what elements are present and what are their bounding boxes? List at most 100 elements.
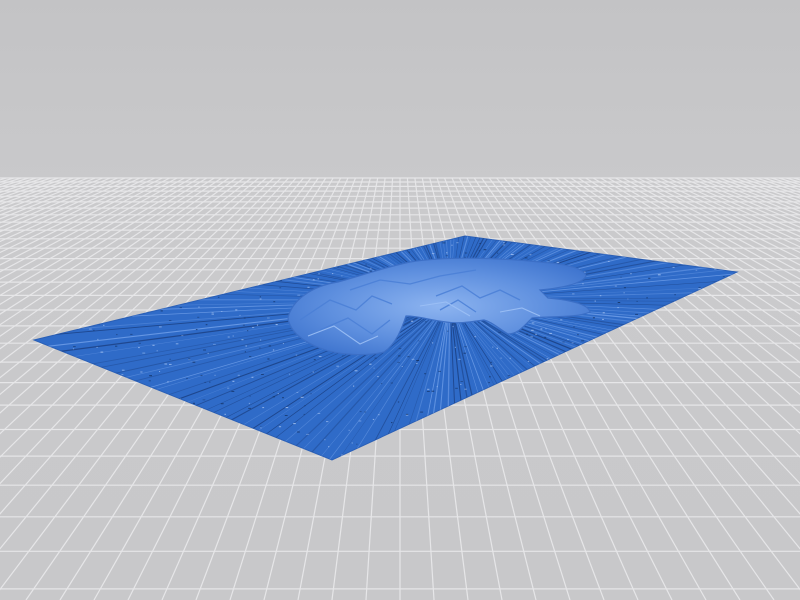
speckle-dot [460,383,462,385]
speckle-dot [540,328,543,330]
speckle-dot [273,301,276,303]
speckle-dot [237,374,240,376]
speckle-dot [231,391,235,392]
speckle-dot [509,357,511,359]
speckle-dot [159,371,161,372]
speckle-dot [573,326,575,328]
speckle-dot [169,363,172,365]
speckle-dot [454,346,456,348]
speckle-dot [260,339,262,341]
speckle-dot [221,311,223,312]
speckle-dot [275,324,278,326]
speckle-dot [289,373,291,375]
speckle-dot [239,314,241,316]
speckle-dot [535,333,537,335]
speckle-dot [369,267,372,269]
speckle-dot [328,446,330,448]
speckle-dot [617,302,621,303]
speckle-dot [438,370,441,372]
speckle-dot [488,382,490,384]
speckle-dot [235,309,238,311]
speckle-dot [242,324,245,326]
speckle-dot [348,429,351,431]
speckle-dot [247,330,249,332]
speckle-dot [420,411,424,413]
speckle-dot [351,442,353,444]
speckle-dot [260,425,262,427]
speckle-dot [547,260,551,262]
speckle-dot [278,426,282,428]
speckle-dot [256,324,259,326]
speckle-dot [496,347,498,349]
speckle-dot [424,373,427,375]
speckle-dot [97,338,99,340]
speckle-dot [474,336,476,338]
speckle-dot [326,421,329,423]
speckle-dot [374,357,377,359]
speckle-dot [251,376,254,378]
speckle-dot [571,342,574,344]
speckle-dot [354,370,358,372]
speckle-dot [300,396,304,398]
speckle-dot [337,267,339,268]
speckle-dot [463,352,466,354]
speckle-dot [160,310,163,312]
speckle-dot [398,355,401,357]
speckle-dot [497,252,499,254]
speckle-dot [436,386,438,388]
speckle-dot [224,413,226,415]
speckle-dot [635,313,638,315]
speckle-dot [407,356,410,358]
speckle-dot [401,366,403,367]
speckle-dot [279,287,282,289]
speckle-dot [312,371,314,373]
speckle-dot [431,390,435,392]
3d-viewport[interactable] [0,0,800,600]
speckle-dot [103,324,105,326]
speckle-dot [100,351,104,353]
speckle-dot [483,249,487,251]
speckle-dot [447,330,449,332]
speckle-dot [567,339,569,340]
speckle-dot [500,357,503,359]
speckle-dot [427,388,430,390]
speckle-dot [282,397,284,399]
speckle-dot [220,403,224,405]
speckle-dot [332,273,334,275]
speckle-dot [381,383,383,385]
speckle-dot [217,296,220,298]
speckle-dot [416,360,420,361]
speckle-dot [282,343,284,345]
speckle-dot [318,273,320,275]
speckle-dot [241,339,244,341]
speckle-dot [356,443,358,445]
speckle-dot [623,292,625,294]
speckle-dot [243,317,246,319]
speckle-dot [369,363,372,365]
speckle-dot [397,401,400,403]
speckle-dot [630,273,632,275]
speckle-dot [205,324,208,326]
speckle-dot [342,355,344,357]
speckle-dot [544,336,547,338]
speckle-dot [203,349,206,351]
speckle-dot [295,354,298,356]
speckle-dot [245,345,247,347]
speckle-dot [410,320,414,322]
speckle-dot [259,298,262,300]
speckle-dot [365,264,367,266]
speckle-dot [277,393,279,395]
speckle-dot [432,342,434,344]
speckle-dot [426,391,430,392]
speckle-dot [545,328,547,330]
speckle-dot [211,313,214,315]
speckle-dot [455,387,458,389]
speckle-dot [490,365,493,367]
speckle-dot [130,333,133,335]
speckle-dot [620,276,622,278]
speckle-dot [211,312,214,314]
speckle-dot [341,275,343,277]
speckle-dot [188,358,191,360]
speckle-dot [464,388,467,390]
speckle-dot [202,399,206,401]
